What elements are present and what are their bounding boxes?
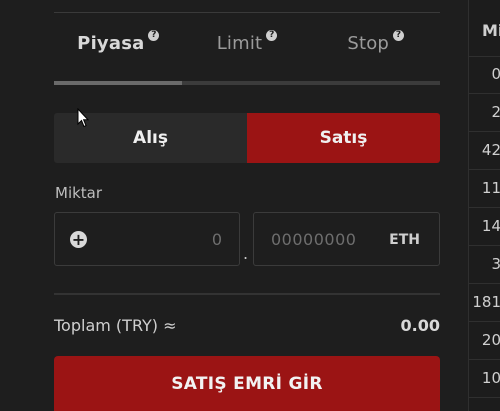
list-item-value: 42 xyxy=(481,141,500,159)
tab-piyasa-label: Piyasa xyxy=(77,32,145,54)
top-border xyxy=(54,0,440,13)
help-icon[interactable]: ? xyxy=(148,29,160,41)
list-item-value: 20 xyxy=(481,331,500,349)
tab-piyasa[interactable]: Piyasa ? xyxy=(54,28,183,58)
list-item-value: 0 xyxy=(491,65,500,83)
list-item[interactable]: 0 xyxy=(469,56,500,94)
plus-circle-icon[interactable]: + xyxy=(70,231,87,248)
buy-sell-toggle: Alış Satış xyxy=(54,113,440,163)
list-item-value: 3 xyxy=(491,255,500,273)
order-list-panel: Mi 0 2 42 11 14 3 181 20 10 xyxy=(468,0,500,411)
list-item[interactable]: 42 xyxy=(469,132,500,170)
help-icon[interactable]: ? xyxy=(266,29,278,41)
list-item-value: 14 xyxy=(481,217,500,235)
tab-limit[interactable]: Limit ? xyxy=(183,28,312,58)
amount-label: Miktar xyxy=(55,184,103,202)
help-icon[interactable]: ? xyxy=(393,29,405,41)
amount-integer-value: 0 xyxy=(211,230,222,249)
list-item[interactable]: 181 xyxy=(469,284,500,322)
sell-order-submit-button[interactable]: SATIŞ EMRİ GİR xyxy=(54,356,440,411)
list-item[interactable]: 20 xyxy=(469,322,500,360)
decimal-separator: . xyxy=(243,244,249,263)
total-label: Toplam (TRY) ≈ xyxy=(54,316,177,335)
order-list-header-label: Mi xyxy=(482,21,500,40)
list-item[interactable]: 2 xyxy=(469,94,500,132)
sell-button[interactable]: Satış xyxy=(247,113,440,163)
list-item[interactable]: 11 xyxy=(469,170,500,208)
list-item-value: 2 xyxy=(491,103,500,121)
list-item[interactable]: 10 xyxy=(469,360,500,398)
tab-track xyxy=(54,81,440,85)
active-tab-indicator xyxy=(54,81,182,85)
tab-stop-label: Stop xyxy=(347,32,390,54)
divider xyxy=(54,293,440,295)
amount-decimal-placeholder: 00000000 xyxy=(271,230,357,249)
list-item[interactable]: 14 xyxy=(469,208,500,246)
tab-limit-label: Limit xyxy=(216,32,263,54)
list-item-value: 10 xyxy=(481,369,500,387)
total-value: 0.00 xyxy=(400,316,440,335)
order-list-header: Mi xyxy=(469,0,500,57)
amount-integer-field[interactable]: + 0 xyxy=(54,212,240,266)
list-item-value: 181 xyxy=(472,293,500,311)
mouse-pointer-icon xyxy=(77,108,89,128)
list-item-value: 11 xyxy=(481,179,500,197)
amount-unit: ETH xyxy=(389,232,420,248)
list-item[interactable]: 3 xyxy=(469,246,500,284)
tab-stop[interactable]: Stop ? xyxy=(311,28,440,58)
amount-decimal-field[interactable]: 00000000 ETH xyxy=(253,212,440,266)
order-type-tabs: Piyasa ? Limit ? Stop ? xyxy=(54,28,440,58)
